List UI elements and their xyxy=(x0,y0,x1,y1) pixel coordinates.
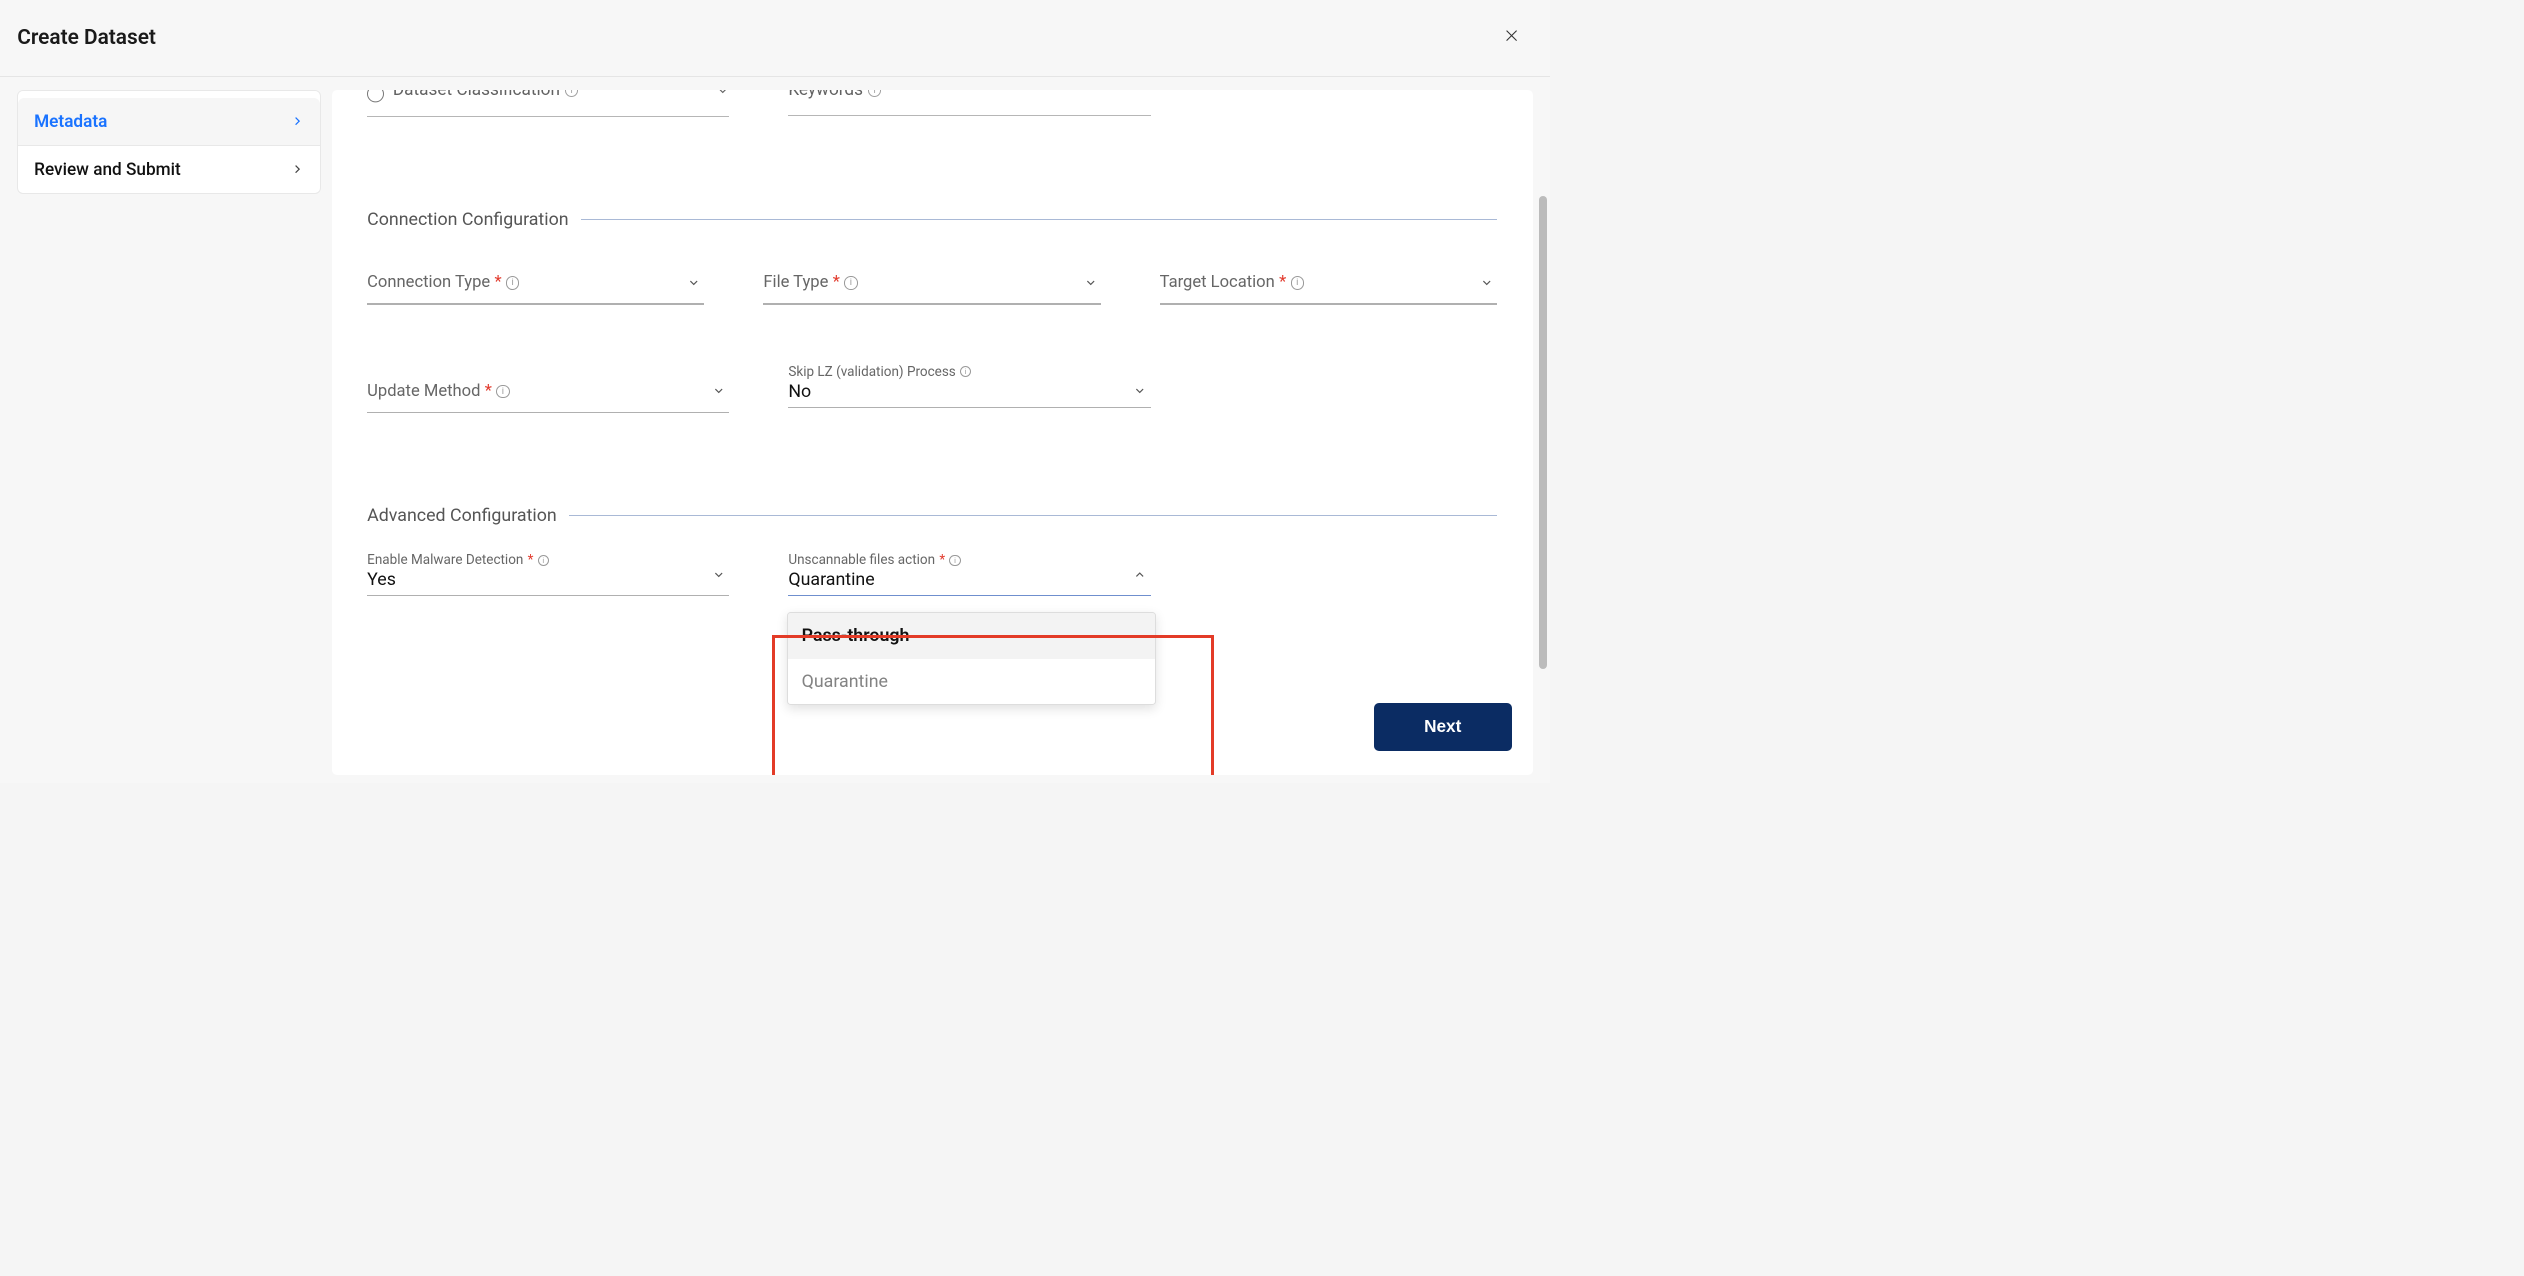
section-advanced: Advanced Configuration Enable Malware De… xyxy=(352,505,1511,596)
dropdown-option-quarantine[interactable]: Quarantine xyxy=(788,659,1154,705)
sidebar-item-metadata[interactable]: Metadata xyxy=(18,98,319,146)
section-title: Connection Configuration xyxy=(367,209,568,230)
chevron-up-icon xyxy=(1133,568,1147,585)
scrollbar-thumb[interactable] xyxy=(1539,196,1548,669)
option-label: Pass-through xyxy=(802,625,910,646)
field-connection-type[interactable]: Connection Type * i xyxy=(367,273,704,304)
chevron-down-icon xyxy=(1480,276,1494,293)
info-icon[interactable]: i xyxy=(506,276,520,290)
info-icon[interactable]: i xyxy=(496,385,510,399)
field-target-location[interactable]: Target Location * i xyxy=(1160,273,1497,304)
button-label: Next xyxy=(1424,716,1461,736)
field-label: Dataset Classification xyxy=(393,90,560,100)
sidebar-item-label: Review and Submit xyxy=(34,160,181,180)
chevron-down-icon xyxy=(1084,276,1098,293)
field-value: No xyxy=(788,381,1150,402)
chevron-down-icon xyxy=(1133,384,1147,401)
dropdown-menu: Pass-through Quarantine xyxy=(787,612,1155,705)
chevron-right-icon xyxy=(291,112,303,131)
field-label: Update Method xyxy=(367,382,480,401)
chevron-down-icon xyxy=(712,568,726,585)
field-label: Skip LZ (validation) Process xyxy=(788,364,955,380)
field-label: File Type xyxy=(763,273,828,292)
dialog-header: Create Dataset xyxy=(0,0,1550,77)
field-label: Enable Malware Detection xyxy=(367,552,523,568)
field-value: Yes xyxy=(367,569,729,590)
form-panel: Dataset Classification i Keywords i xyxy=(332,90,1533,775)
field-label: Connection Type xyxy=(367,273,490,292)
chevron-down-icon xyxy=(712,384,726,401)
field-malware[interactable]: Enable Malware Detection * i Yes xyxy=(367,552,729,596)
required-mark: * xyxy=(485,382,492,401)
section-title: Advanced Configuration xyxy=(367,505,557,526)
field-file-type[interactable]: File Type * i xyxy=(763,273,1100,304)
field-value: Quarantine xyxy=(788,569,1150,590)
required-mark: * xyxy=(833,273,840,292)
close-icon[interactable] xyxy=(1499,23,1524,52)
info-icon[interactable]: i xyxy=(844,276,858,290)
required-mark: * xyxy=(1279,273,1286,292)
required-mark: * xyxy=(939,552,945,568)
field-skip-lz[interactable]: Skip LZ (validation) Process i No xyxy=(788,364,1150,414)
option-label: Quarantine xyxy=(802,671,888,692)
field-label: Keywords xyxy=(788,90,863,100)
chevron-right-icon xyxy=(291,160,303,179)
info-icon[interactable]: i xyxy=(960,366,971,377)
sidebar-nav: Metadata Review and Submit xyxy=(17,90,320,775)
sidebar-item-review[interactable]: Review and Submit xyxy=(18,146,319,193)
dialog-title: Create Dataset xyxy=(17,26,156,50)
required-mark: * xyxy=(528,552,534,568)
info-icon[interactable]: i xyxy=(1291,276,1305,290)
sidebar-item-label: Metadata xyxy=(34,112,107,132)
radio-icon[interactable] xyxy=(367,90,384,102)
section-connection: Connection Configuration Connection Type… xyxy=(352,209,1511,413)
info-icon[interactable]: i xyxy=(868,90,882,97)
dropdown-option-passthrough[interactable]: Pass-through xyxy=(788,613,1154,659)
field-update-method[interactable]: Update Method * i xyxy=(367,364,729,414)
info-icon[interactable]: i xyxy=(565,90,579,97)
info-icon[interactable]: i xyxy=(949,555,960,566)
field-unscannable[interactable]: Unscannable files action * i Quarantine xyxy=(788,552,1150,596)
field-label: Unscannable files action xyxy=(788,552,935,568)
chevron-down-icon xyxy=(687,276,701,293)
info-icon[interactable]: i xyxy=(538,555,549,566)
cutoff-row: Dataset Classification i Keywords i xyxy=(352,90,1511,117)
required-mark: * xyxy=(494,273,501,292)
field-label: Target Location xyxy=(1160,273,1275,292)
next-button[interactable]: Next xyxy=(1374,703,1512,751)
